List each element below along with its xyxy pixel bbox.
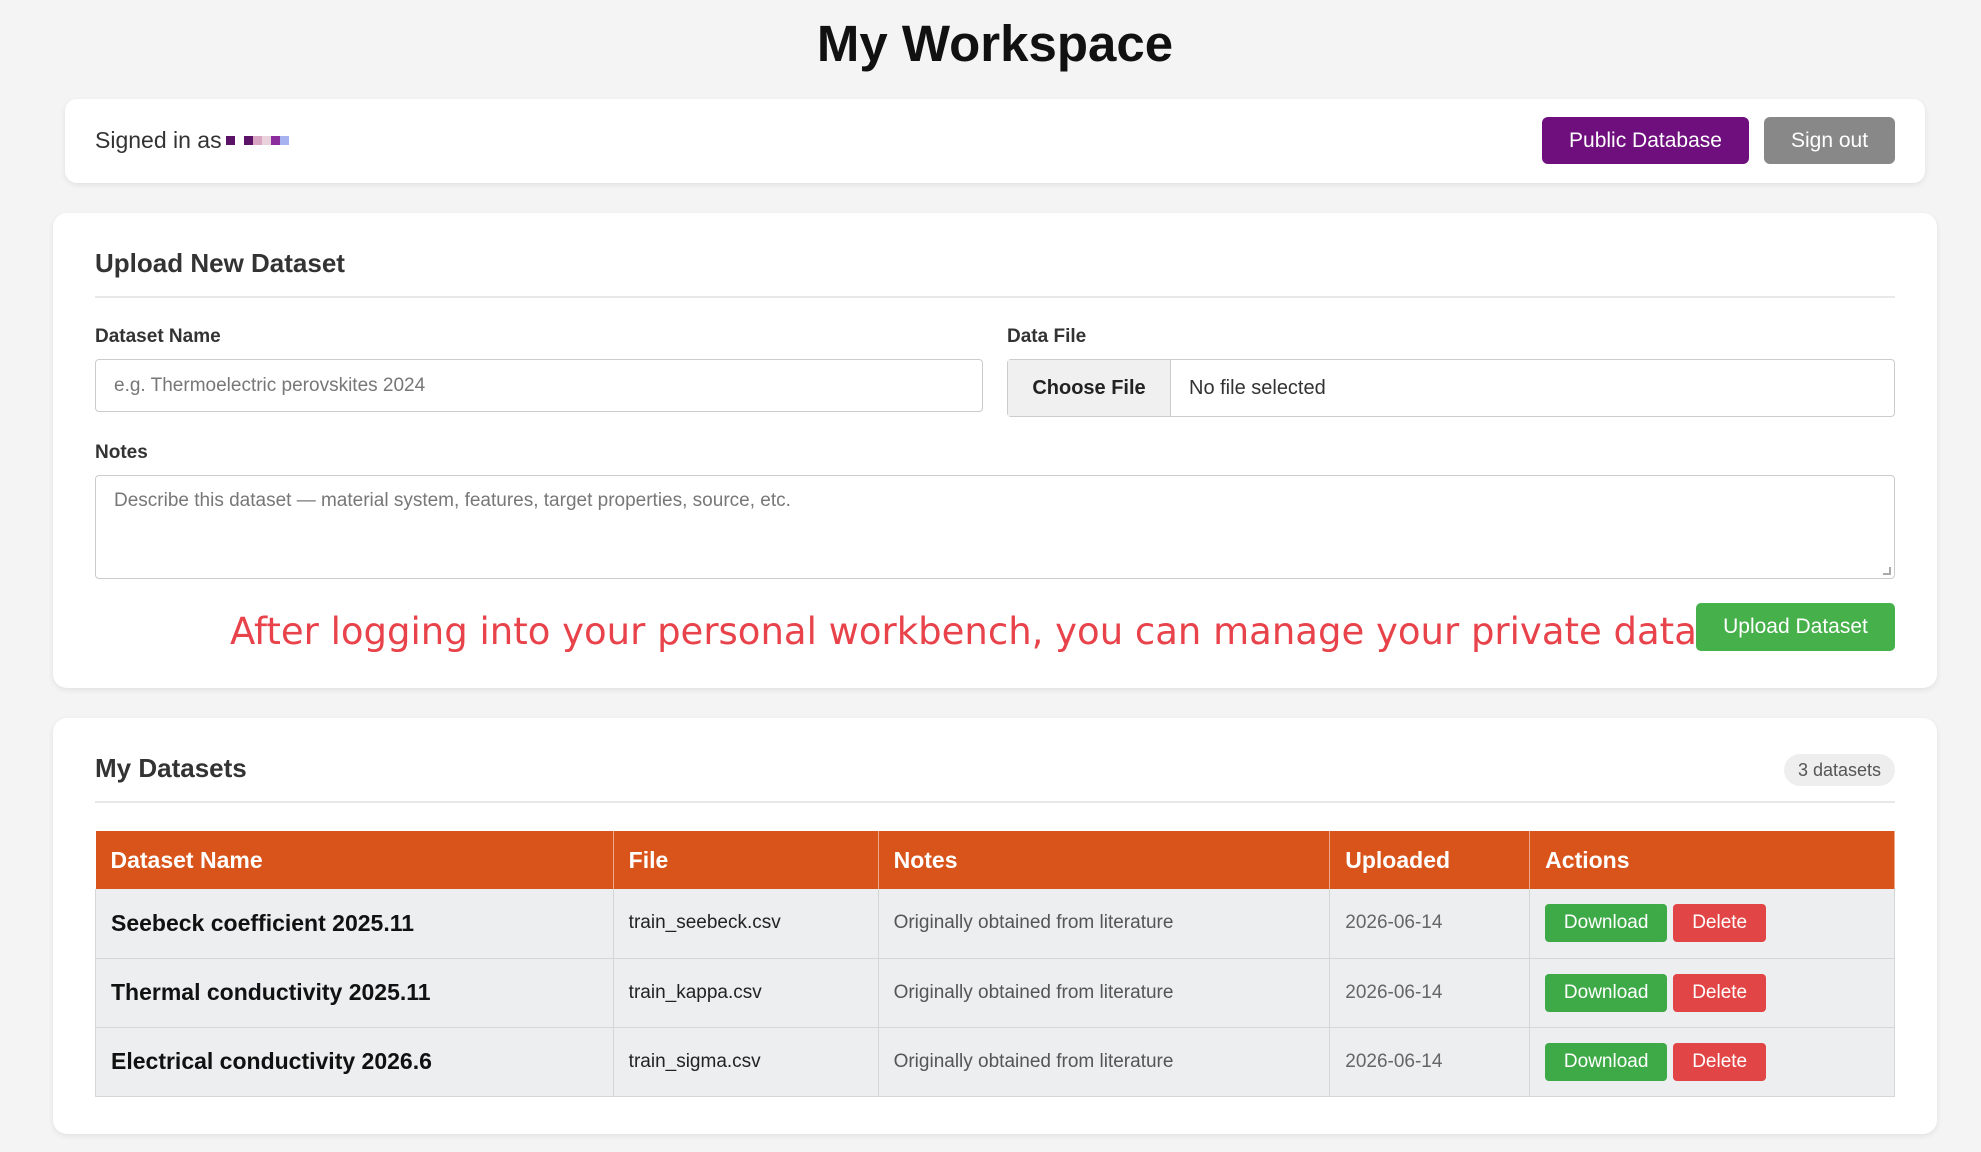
notes-placeholder: Describe this dataset — material system,… [114,490,791,511]
page-title: My Workspace [816,15,1174,72]
notes-cell: Originally obtained from literature [878,958,1331,1028]
notes-label: Notes [95,442,148,463]
avatar-pixel [279,136,289,145]
datasets-section-heading: My Datasets [95,753,247,783]
top-bar: Signed in as Public Database Sign out [65,99,1925,183]
actions-cell: Download Delete [1529,1027,1895,1097]
uploaded-cell: 2026-06-14 [1329,958,1531,1028]
datasets-table: Dataset Name File Notes Uploaded Actions… [95,831,1895,1097]
delete-button[interactable]: Delete [1673,973,1767,1012]
column-header: File [613,831,879,889]
avatar-pixel [225,136,235,145]
avatar-pixel [270,136,280,145]
table-header-row: Dataset Name File Notes Uploaded Actions [95,831,1895,889]
file-cell: train_seebeck.csv [613,889,879,959]
avatar-pixel [261,136,271,145]
download-button[interactable]: Download [1545,1042,1668,1081]
data-file-label: Data File [1007,326,1087,347]
upload-section-heading: Upload New Dataset [95,248,345,278]
file-status: No file selected [1189,376,1326,399]
delete-button[interactable]: Delete [1673,1042,1767,1081]
avatar-pixel [234,136,244,145]
dataset-name-cell: Thermal conductivity 2025.11 [95,958,614,1028]
notes-textarea[interactable]: Describe this dataset — material system,… [95,475,1895,579]
choose-file-button[interactable]: Choose File [1008,360,1171,416]
notes-cell: Originally obtained from literature [878,1027,1331,1097]
column-header: Uploaded [1329,831,1531,889]
uploaded-cell: 2026-06-14 [1329,889,1531,959]
delete-button[interactable]: Delete [1673,904,1767,943]
file-cell: train_sigma.csv [613,1027,879,1097]
data-file-input[interactable]: Choose File No file selected [1007,359,1895,417]
dataset-name-cell: Electrical conductivity 2026.6 [95,1027,614,1097]
dataset-count-badge: 3 datasets [1783,754,1895,786]
column-header: Dataset Name [95,831,614,889]
public-database-button[interactable]: Public Database [1542,117,1749,164]
table-row: Seebeck coefficient 2025.11 train_seebec… [95,889,1895,959]
notes-cell: Originally obtained from literature [878,889,1331,959]
dataset-name-label: Dataset Name [95,326,221,347]
section-divider [95,296,1895,298]
download-button[interactable]: Download [1545,973,1668,1012]
avatar-pixel [252,136,262,145]
upload-dataset-button[interactable]: Upload Dataset [1696,603,1895,651]
annotation-text: After logging into your personal workben… [230,610,1785,653]
actions-cell: Download Delete [1529,889,1895,959]
resize-handle-icon[interactable] [1883,567,1891,575]
column-header: Actions [1529,831,1895,889]
table-row: Thermal conductivity 2025.11 train_kappa… [95,958,1895,1028]
uploaded-cell: 2026-06-14 [1329,1027,1531,1097]
column-header: Notes [878,831,1331,889]
sign-out-button[interactable]: Sign out [1764,117,1895,164]
file-cell: train_kappa.csv [613,958,879,1028]
signed-in-label: Signed in as [95,127,222,153]
actions-cell: Download Delete [1529,958,1895,1028]
user-avatar [225,129,289,153]
dataset-name-cell: Seebeck coefficient 2025.11 [95,889,614,959]
download-button[interactable]: Download [1545,904,1668,943]
my-datasets-card: My Datasets 3 datasets Dataset Name File… [53,718,1937,1134]
signed-in-status: Signed in as [95,127,289,154]
section-divider [95,801,1895,803]
dataset-name-input[interactable]: e.g. Thermoelectric perovskites 2024 [95,359,983,412]
upload-dataset-card: Upload New Dataset Dataset Name e.g. The… [53,213,1937,688]
table-row: Electrical conductivity 2026.6 train_sig… [95,1027,1895,1097]
avatar-pixel [243,136,253,145]
